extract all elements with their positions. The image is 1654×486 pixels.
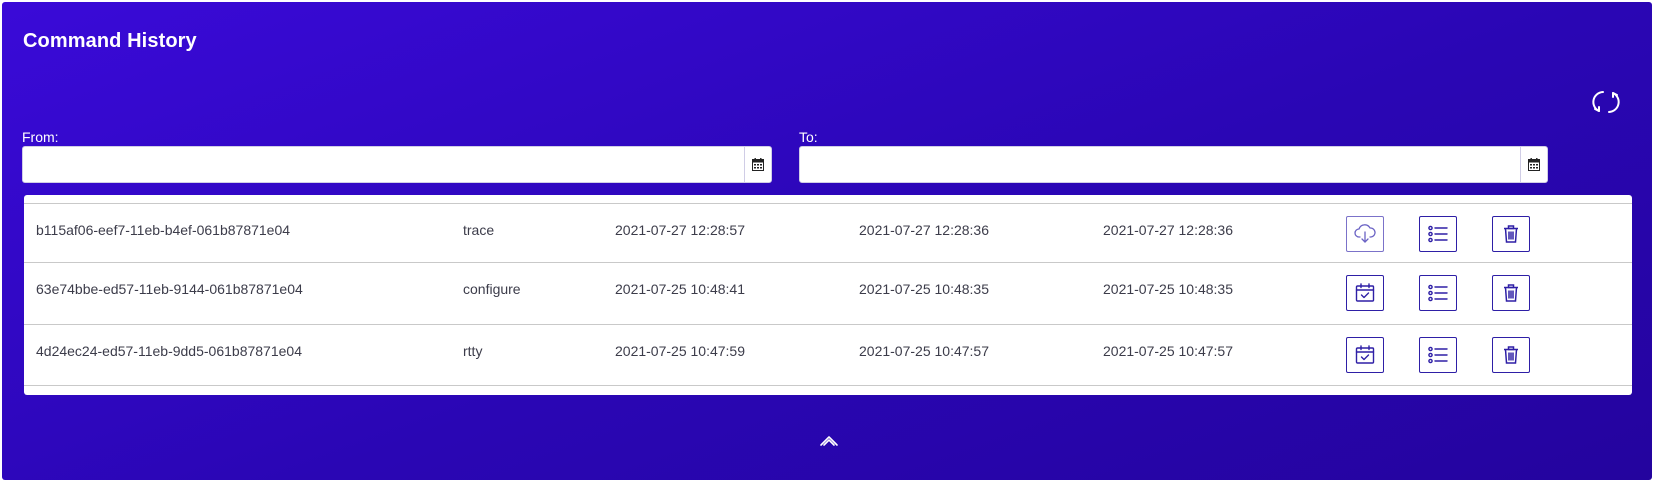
details-button[interactable] [1419,337,1457,373]
details-button[interactable] [1419,275,1457,311]
to-calendar-button[interactable] [1520,147,1547,182]
collapse-button[interactable] [817,430,841,450]
from-calendar-button[interactable] [744,147,771,182]
executed-time: 2021-07-25 10:48:41 [615,281,745,297]
table-row: b115af06-eef7-11eb-b4ef-061b87871e04 tra… [24,203,1632,265]
table-row: 4d24ec24-ed57-11eb-9dd5-061b87871e04 rtt… [24,324,1632,386]
trash-icon [1504,346,1518,364]
created-time: 2021-07-25 10:48:35 [1103,281,1233,297]
to-date-field[interactable] [799,146,1548,183]
from-label: From: [22,129,59,145]
to-label: To: [799,129,818,145]
from-date-input[interactable] [23,147,745,182]
table-row: 63e74bbe-ed57-11eb-9144-061b87871e04 con… [24,262,1632,324]
command-name: rtty [463,343,483,359]
list-icon [1428,346,1448,364]
submitted-time: 2021-07-25 10:48:35 [859,281,989,297]
scheduled-button[interactable] [1346,275,1384,311]
calendar-icon [1528,158,1540,171]
command-history-panel: Command History From: To: b115af06-eef7-… [2,2,1652,480]
trash-icon [1504,284,1518,302]
delete-button[interactable] [1492,275,1530,311]
submitted-time: 2021-07-27 12:28:36 [859,222,989,238]
delete-button[interactable] [1492,337,1530,373]
calendar-icon [752,158,764,171]
command-table: b115af06-eef7-11eb-b4ef-061b87871e04 tra… [24,195,1632,395]
submitted-time: 2021-07-25 10:47:57 [859,343,989,359]
list-icon [1428,225,1448,243]
created-time: 2021-07-27 12:28:36 [1103,222,1233,238]
details-button[interactable] [1419,216,1457,252]
command-uuid: 63e74bbe-ed57-11eb-9144-061b87871e04 [36,281,303,297]
delete-button[interactable] [1492,216,1530,252]
page-title: Command History [23,30,197,52]
download-button[interactable] [1346,216,1384,252]
executed-time: 2021-07-27 12:28:57 [615,222,745,238]
cloud-download-icon [1354,224,1376,243]
chevron-up-double-icon [820,436,838,446]
command-uuid: 4d24ec24-ed57-11eb-9dd5-061b87871e04 [36,343,302,359]
from-date-field[interactable] [22,146,772,183]
command-name: configure [463,281,521,297]
created-time: 2021-07-25 10:47:57 [1103,343,1233,359]
command-uuid: b115af06-eef7-11eb-b4ef-061b87871e04 [36,222,291,238]
refresh-button[interactable] [1590,86,1622,118]
to-date-input[interactable] [800,147,1521,182]
refresh-icon [1592,91,1620,113]
command-name: trace [463,222,495,238]
calendar-check-icon [1355,283,1375,302]
executed-time: 2021-07-25 10:47:59 [615,343,745,359]
trash-icon [1504,225,1518,243]
calendar-check-icon [1355,345,1375,364]
scheduled-button[interactable] [1346,337,1384,373]
list-icon [1428,284,1448,302]
